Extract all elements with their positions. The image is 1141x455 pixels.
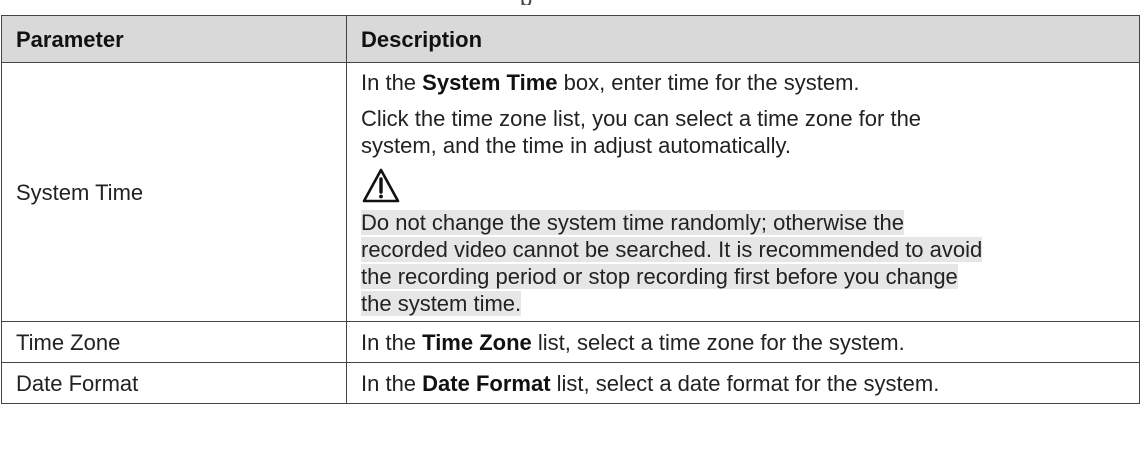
text-run: Click the time zone list, you can select… (361, 106, 922, 131)
parameter-table: Parameter Description System Time In the… (1, 15, 1140, 404)
desc-time-zone: In the Time Zone list, select a time zon… (346, 321, 1140, 363)
desc-line: Click the time zone list, you can select… (361, 105, 1125, 159)
header-parameter: Parameter (1, 15, 347, 63)
warning-text: Do not change the system time randomly; … (361, 209, 1125, 317)
desc-line: In the System Time box, enter time for t… (361, 69, 1125, 96)
param-date-format: Date Format (1, 362, 347, 404)
text-run: box, enter time for the system. (557, 70, 860, 95)
desc-date-format: In the Date Format list, select a date f… (346, 362, 1140, 404)
warning-line: the system time. (361, 291, 522, 316)
table-row-date-format: Date Format In the Date Format list, sel… (1, 362, 1140, 404)
param-time-zone: Time Zone (1, 321, 347, 363)
caution-triangle-icon-svg (362, 168, 400, 203)
table-row-system-time: System Time In the System Time box, ente… (1, 62, 1140, 322)
bold-term: Date Format (422, 370, 551, 396)
text-run: system, and the time in adjust automatic… (361, 133, 792, 158)
warning-line: the recording period or stop recording f… (361, 264, 958, 289)
caption-fragment: p (0, 0, 1141, 5)
param-system-time: System Time (1, 62, 347, 322)
warning-line: Do not change the system time randomly; … (361, 210, 904, 235)
text-run: list, select a date format for the syste… (550, 370, 940, 396)
caption-fragment-text: p (520, 0, 532, 5)
table-header-row: Parameter Description (1, 15, 1140, 63)
text-run: In the (361, 70, 423, 95)
text-run: list, select a time zone for the system. (531, 329, 905, 355)
desc-system-time: In the System Time box, enter time for t… (346, 62, 1140, 322)
warning-line: recorded video cannot be searched. It is… (361, 237, 983, 262)
header-description: Description (346, 15, 1140, 63)
bold-term: System Time (422, 70, 558, 95)
table-row-time-zone: Time Zone In the Time Zone list, select … (1, 321, 1140, 363)
caution-triangle-icon (361, 167, 1125, 207)
bold-term: Time Zone (422, 329, 532, 355)
text-run: In the (361, 329, 423, 355)
text-run: In the (361, 370, 423, 396)
